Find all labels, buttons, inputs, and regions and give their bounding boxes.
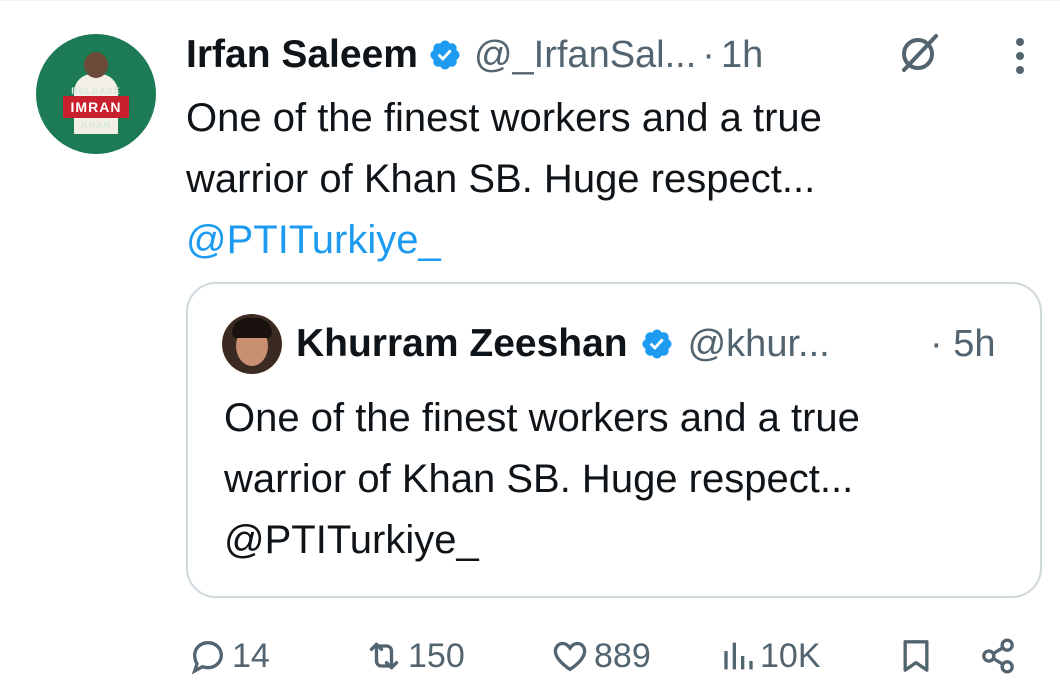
- quoted-tweet-text: One of the finest workers and a true war…: [224, 388, 1014, 571]
- quoted-author-avatar[interactable]: [222, 314, 282, 374]
- reply-icon: [191, 640, 224, 675]
- quoted-text-line: @PTITurkiye_: [224, 518, 479, 562]
- tweet-actions: 14 150 889 10K: [0, 628, 1060, 684]
- quoted-tweet-card[interactable]: Khurram Zeeshan @khur... · 5h One of the…: [186, 282, 1042, 598]
- avatar-head: [84, 52, 108, 78]
- share-button[interactable]: [978, 628, 1022, 684]
- separator-dot: ·: [702, 33, 715, 76]
- avatar-banner-bottom: KHAN: [81, 120, 111, 130]
- views-chart-icon: [724, 642, 753, 670]
- quoted-avatar-hair: [232, 318, 272, 338]
- tweet-time[interactable]: 1h: [721, 34, 763, 77]
- quoted-author-name[interactable]: Khurram Zeeshan: [296, 322, 628, 366]
- views-count: 10K: [760, 636, 821, 675]
- quoted-text-line: warrior of Khan SB. Huge respect...: [224, 457, 854, 501]
- grok-icon[interactable]: [896, 30, 942, 76]
- author-avatar[interactable]: RELEASE IMRAN KHAN: [36, 34, 156, 154]
- bookmark-button[interactable]: [896, 628, 940, 684]
- like-count: 889: [594, 636, 651, 675]
- retweet-button[interactable]: 150: [364, 628, 465, 684]
- top-divider: [0, 0, 1060, 1]
- quoted-tweet-time[interactable]: · 5h: [930, 318, 995, 370]
- heart-icon: [553, 641, 587, 672]
- avatar-banner-main: IMRAN: [63, 96, 129, 118]
- tweet-header: Irfan Saleem @_IrfanSal... · 1h: [186, 30, 763, 80]
- more-options-icon[interactable]: [1010, 36, 1030, 80]
- reply-button[interactable]: 14: [188, 628, 270, 684]
- verified-badge-icon: [642, 329, 672, 359]
- quoted-tweet-header: Khurram Zeeshan @khur...: [296, 318, 830, 370]
- share-icon: [982, 638, 1014, 674]
- mention-link[interactable]: @PTITurkiye_: [186, 210, 1006, 271]
- reply-count: 14: [232, 636, 270, 675]
- tweet-text-line: warrior of Khan SB. Huge respect...: [186, 157, 816, 201]
- retweet-count: 150: [408, 636, 465, 675]
- verified-badge-icon: [430, 40, 460, 70]
- avatar-banner-top: RELEASE: [71, 86, 121, 96]
- tweet-text: One of the finest workers and a true war…: [186, 88, 1006, 271]
- tweet-text-line: One of the finest workers and a true: [186, 96, 822, 140]
- quoted-text-line: One of the finest workers and a true: [224, 396, 860, 440]
- retweet-icon: [369, 642, 399, 670]
- author-handle[interactable]: @_IrfanSal...: [474, 34, 696, 77]
- bookmark-icon: [903, 640, 929, 672]
- author-name[interactable]: Irfan Saleem: [186, 33, 418, 77]
- quoted-author-handle[interactable]: @khur...: [688, 323, 830, 366]
- like-button[interactable]: 889: [550, 628, 651, 684]
- views-button[interactable]: 10K: [716, 628, 821, 684]
